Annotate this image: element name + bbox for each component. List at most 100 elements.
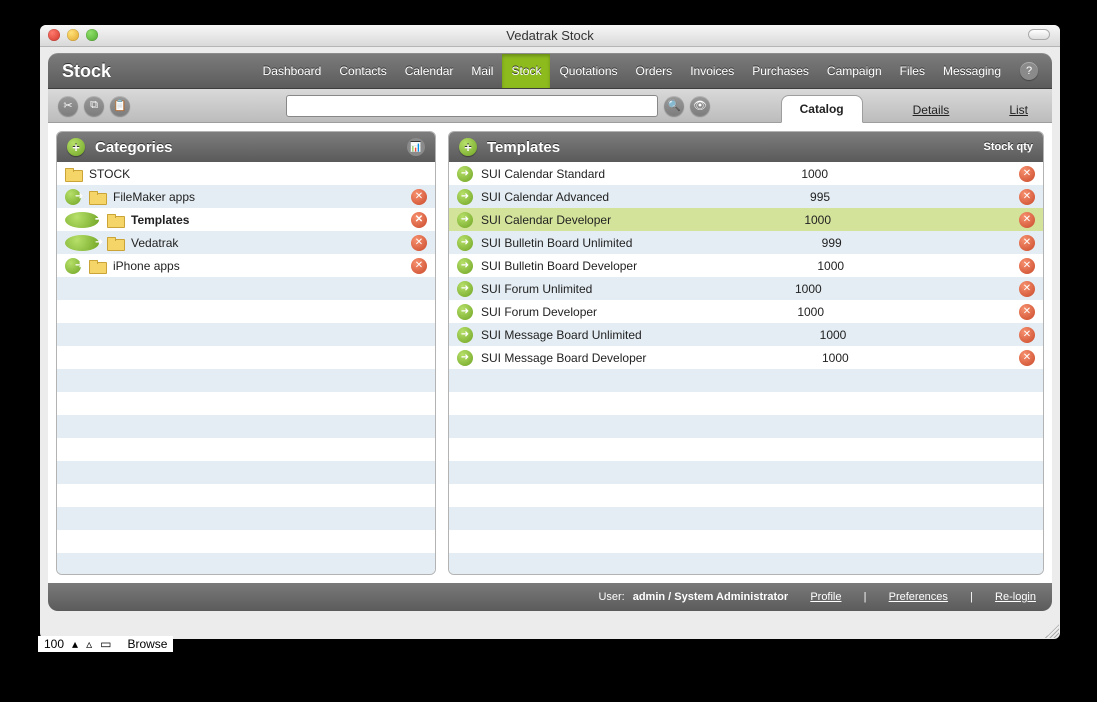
- template-row[interactable]: ➜SUI Message Board Unlimited1000✕: [449, 323, 1043, 346]
- toolbar-pill-icon[interactable]: [1028, 29, 1050, 40]
- open-icon[interactable]: ➜: [457, 189, 473, 205]
- stock-qty: 1000: [784, 305, 832, 319]
- nav-mail[interactable]: Mail: [462, 54, 502, 88]
- template-row[interactable]: ➜SUI Calendar Developer1000✕: [449, 208, 1043, 231]
- page-title: Stock: [62, 61, 111, 82]
- templates-title: Templates: [487, 139, 560, 156]
- empty-row: [57, 530, 435, 553]
- zoom-out-icon[interactable]: ▴: [68, 637, 82, 651]
- help-button[interactable]: ?: [1020, 62, 1038, 80]
- close-icon[interactable]: [48, 29, 60, 41]
- layout-icon[interactable]: ▭: [96, 637, 115, 651]
- nav-invoices[interactable]: Invoices: [681, 54, 743, 88]
- chart-icon[interactable]: 📊: [407, 138, 425, 156]
- add-category-button[interactable]: +: [67, 138, 85, 156]
- category-row[interactable]: ➜Templates✕: [57, 208, 435, 231]
- delete-icon[interactable]: ✕: [1019, 350, 1035, 366]
- delete-icon[interactable]: ✕: [1019, 189, 1035, 205]
- open-icon[interactable]: ➜: [457, 281, 473, 297]
- empty-row: [57, 369, 435, 392]
- template-row[interactable]: ➜ SUI Forum Unlimited 1000 ✕: [449, 277, 1043, 300]
- tab-list[interactable]: List: [999, 97, 1038, 123]
- search-icon[interactable]: 🔍: [664, 96, 684, 116]
- delete-icon[interactable]: ✕: [1019, 304, 1035, 320]
- nav-messaging[interactable]: Messaging: [934, 54, 1010, 88]
- categories-list[interactable]: STOCK➜FileMaker apps✕➜Templates✕➜Vedatra…: [57, 162, 435, 574]
- stock-qty: 1000: [806, 328, 854, 342]
- nav-quotations[interactable]: Quotations: [550, 54, 626, 88]
- category-row[interactable]: ➜ iPhone apps ✕: [57, 254, 435, 277]
- template-row[interactable]: ➜SUI Calendar Advanced995✕: [449, 185, 1043, 208]
- empty-row: [57, 438, 435, 461]
- add-template-button[interactable]: +: [459, 138, 477, 156]
- expand-icon[interactable]: ➜: [65, 258, 81, 274]
- cut-icon[interactable]: ✂: [58, 96, 78, 116]
- empty-row: [57, 484, 435, 507]
- delete-icon[interactable]: ✕: [1019, 235, 1035, 251]
- category-row[interactable]: STOCK: [57, 162, 435, 185]
- delete-icon[interactable]: ✕: [1019, 166, 1035, 182]
- nav-files[interactable]: Files: [891, 54, 934, 88]
- template-row[interactable]: ➜SUI Bulletin Board Developer1000✕: [449, 254, 1043, 277]
- preferences-link[interactable]: Preferences: [889, 591, 948, 603]
- delete-icon[interactable]: ✕: [1019, 327, 1035, 343]
- tab-catalog[interactable]: Catalog: [781, 95, 863, 123]
- nav-contacts[interactable]: Contacts: [330, 54, 395, 88]
- zoom-in-icon[interactable]: ▵: [82, 637, 96, 651]
- delete-icon[interactable]: ✕: [1019, 258, 1035, 274]
- nav-calendar[interactable]: Calendar: [396, 54, 463, 88]
- empty-row: [57, 392, 435, 415]
- empty-row: [449, 415, 1043, 438]
- open-icon[interactable]: ➜: [457, 166, 473, 182]
- empty-row: [57, 461, 435, 484]
- templates-list[interactable]: ➜SUI Calendar Standard1000✕➜SUI Calendar…: [449, 162, 1043, 574]
- open-icon[interactable]: ➜: [457, 235, 473, 251]
- expand-icon[interactable]: ➜: [65, 212, 99, 228]
- nav-dashboard[interactable]: Dashboard: [254, 54, 331, 88]
- zoom-icon[interactable]: [86, 29, 98, 41]
- main-nav: Dashboard Contacts Calendar Mail Stock Q…: [254, 54, 1010, 88]
- categories-panel: + Categories 📊 STOCK➜FileMaker apps✕➜Tem…: [56, 131, 436, 575]
- open-icon[interactable]: ➜: [457, 212, 473, 228]
- template-label: SUI Forum Developer: [481, 305, 597, 319]
- folder-icon: [65, 168, 81, 180]
- stock-qty: 1000: [782, 282, 830, 296]
- nav-campaign[interactable]: Campaign: [818, 54, 891, 88]
- delete-icon[interactable]: ✕: [1019, 281, 1035, 297]
- profile-link[interactable]: Profile: [810, 591, 841, 603]
- empty-row: [449, 438, 1043, 461]
- open-icon[interactable]: ➜: [457, 304, 473, 320]
- nav-orders[interactable]: Orders: [627, 54, 682, 88]
- open-icon[interactable]: ➜: [457, 327, 473, 343]
- expand-icon[interactable]: ➜: [65, 189, 81, 205]
- tab-details[interactable]: Details: [903, 97, 960, 123]
- copy-icon[interactable]: ⧉: [84, 96, 104, 116]
- search-input[interactable]: [286, 95, 658, 117]
- template-label: SUI Forum Unlimited: [481, 282, 592, 296]
- delete-icon[interactable]: ✕: [411, 189, 427, 205]
- delete-icon[interactable]: ✕: [1019, 212, 1035, 228]
- delete-icon[interactable]: ✕: [411, 235, 427, 251]
- delete-icon[interactable]: ✕: [411, 258, 427, 274]
- view-icon[interactable]: 👁: [690, 96, 710, 116]
- open-icon[interactable]: ➜: [457, 350, 473, 366]
- nav-stock[interactable]: Stock: [502, 54, 550, 88]
- template-row[interactable]: ➜SUI Bulletin Board Unlimited999✕: [449, 231, 1043, 254]
- relogin-link[interactable]: Re-login: [995, 591, 1036, 603]
- category-row[interactable]: ➜Vedatrak✕: [57, 231, 435, 254]
- empty-row: [449, 369, 1043, 392]
- delete-icon[interactable]: ✕: [411, 212, 427, 228]
- template-row[interactable]: ➜SUI Message Board Developer1000✕: [449, 346, 1043, 369]
- resize-grip-icon[interactable]: [1045, 624, 1059, 638]
- expand-icon[interactable]: ➜: [65, 235, 99, 251]
- category-label: iPhone apps: [113, 259, 180, 273]
- template-row[interactable]: ➜SUI Calendar Standard1000✕: [449, 162, 1043, 185]
- template-row[interactable]: ➜ SUI Forum Developer 1000 ✕: [449, 300, 1043, 323]
- open-icon[interactable]: ➜: [457, 258, 473, 274]
- stock-qty: 1000: [804, 259, 852, 273]
- folder-icon: [89, 191, 105, 203]
- paste-icon[interactable]: 📋: [110, 96, 130, 116]
- nav-purchases[interactable]: Purchases: [743, 54, 818, 88]
- minimize-icon[interactable]: [67, 29, 79, 41]
- category-row[interactable]: ➜FileMaker apps✕: [57, 185, 435, 208]
